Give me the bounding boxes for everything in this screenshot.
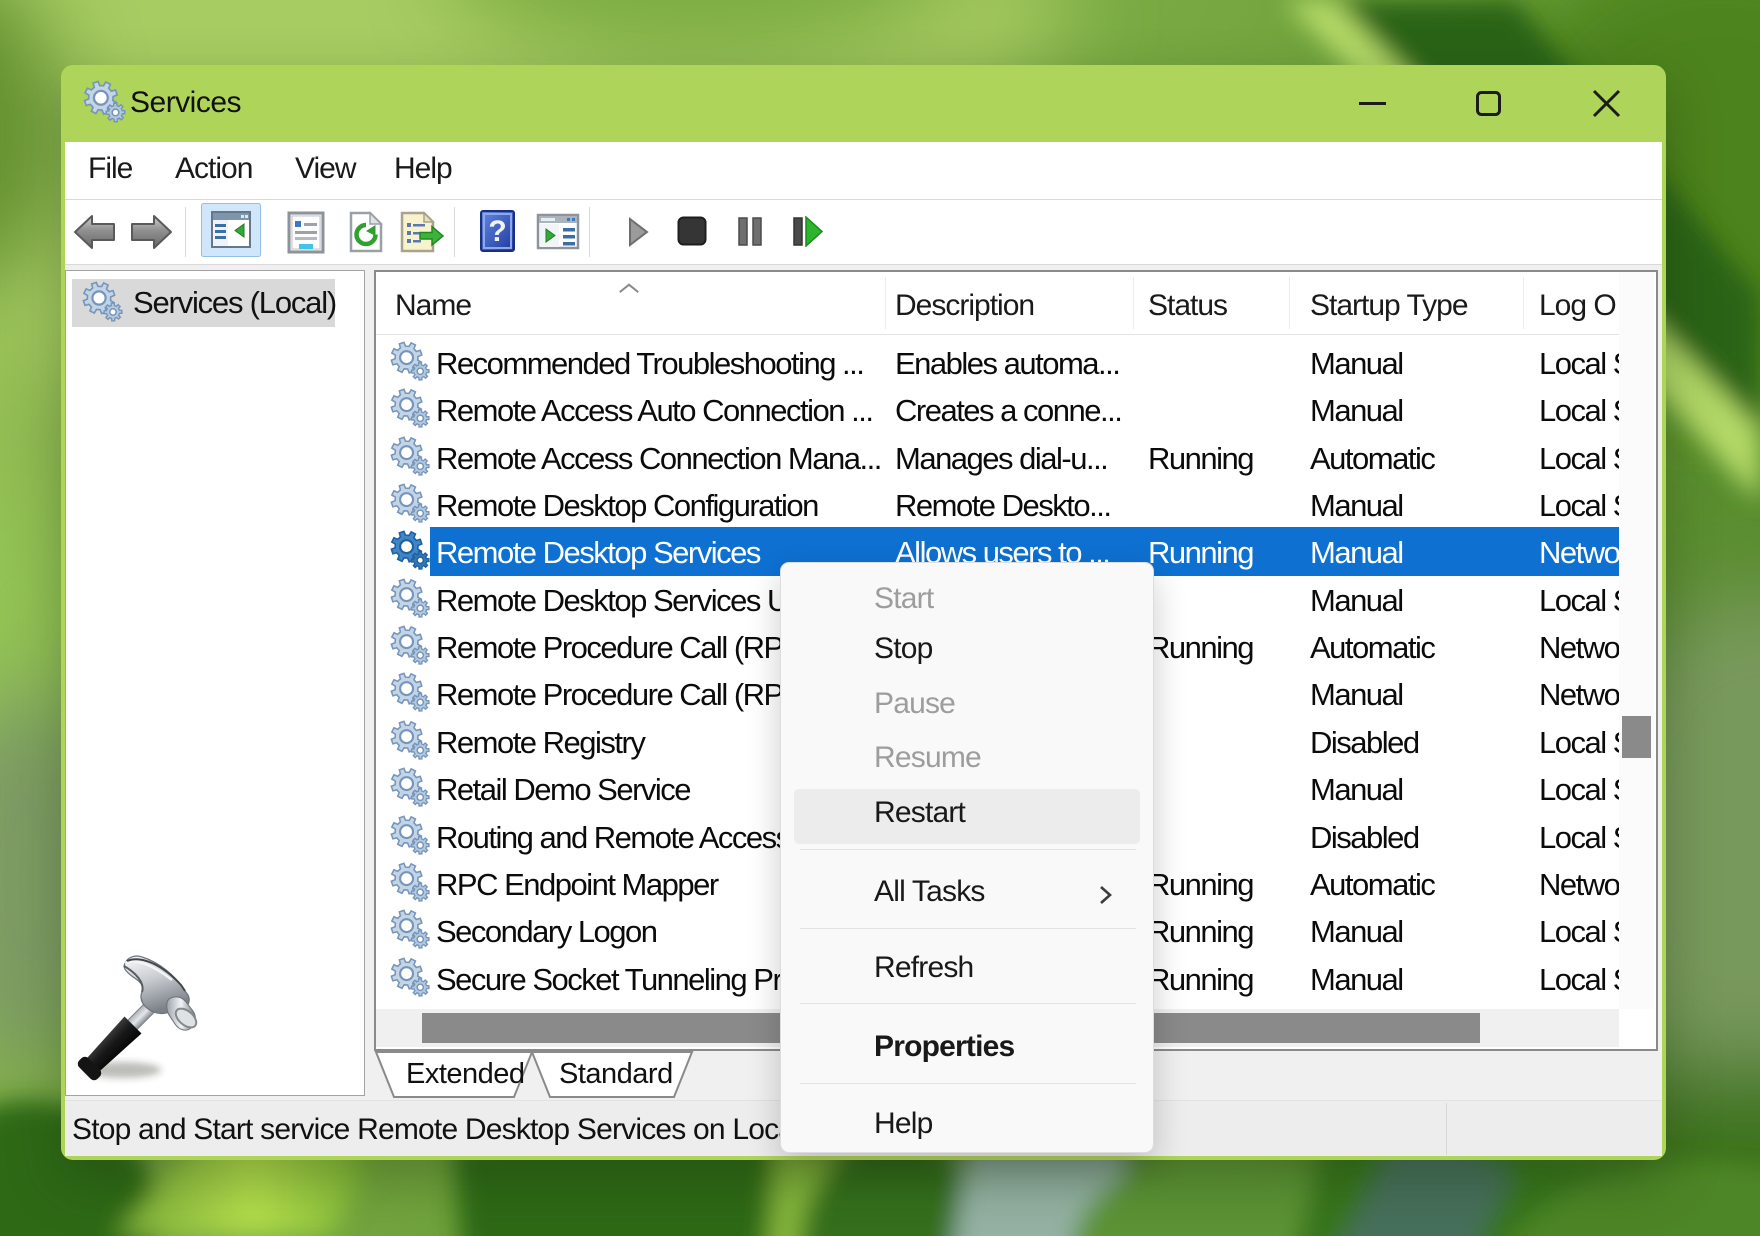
svg-text:?: ? [488,215,506,248]
